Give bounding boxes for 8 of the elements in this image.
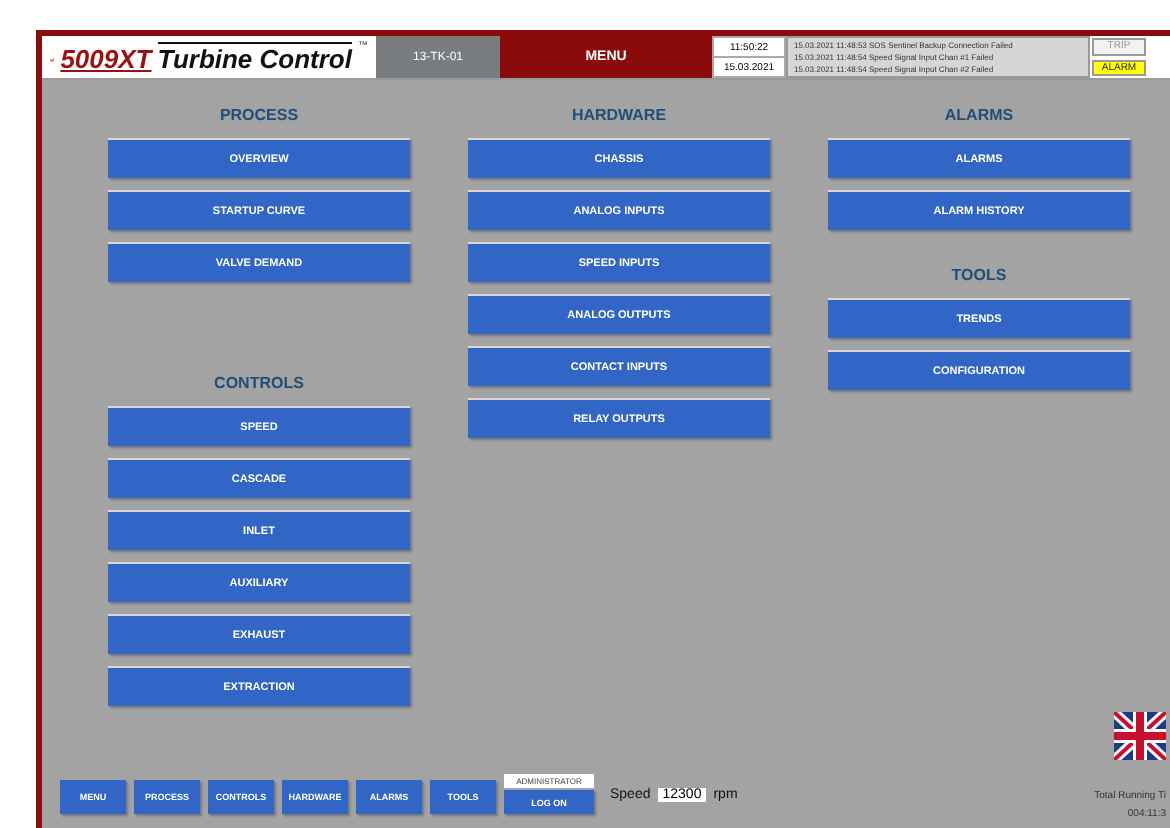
section-title: HARDWARE [569,106,669,126]
section-title: ALARMS [942,106,1016,126]
section-title: TOOLS [949,266,1009,286]
logo-title: Turbine Control [157,42,352,74]
logo-number: 5009XT [60,44,152,74]
section-title: PROCESS [217,106,301,126]
section-title: CONTROLS [212,374,306,394]
uk-flag-icon[interactable] [1114,712,1166,760]
